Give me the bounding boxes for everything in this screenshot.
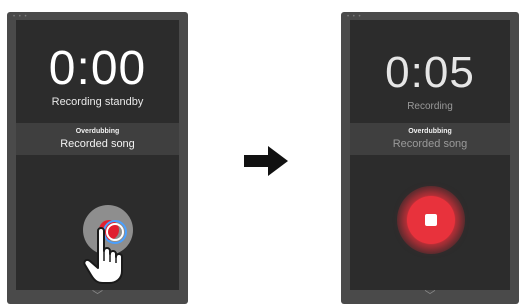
song-band[interactable]: Overdubbing Recorded song [350, 123, 510, 155]
song-title: Recorded song [60, 138, 135, 150]
phone-before: • • • 0:00 Recording standby Overdubbing… [7, 12, 188, 304]
chevron-down-icon[interactable]: ﹀ [425, 290, 436, 302]
stop-button[interactable] [407, 196, 455, 244]
stop-icon [425, 214, 437, 226]
screen-after: 0:05 Recording Overdubbing Recorded song [350, 20, 510, 290]
song-band[interactable]: Overdubbing Recorded song [16, 123, 179, 155]
recording-status: Recording standby [51, 96, 144, 108]
timer-display: 0:05 [385, 48, 475, 97]
mode-label: Overdubbing [75, 128, 120, 135]
mode-label: Overdubbing [408, 128, 452, 135]
song-title: Recorded song [392, 138, 468, 150]
recording-status: Recording [407, 101, 453, 112]
chevron-down-icon[interactable]: ﹀ [92, 290, 103, 302]
phone-after: • • • 0:05 Recording Overdubbing Recorde… [341, 12, 519, 304]
right-arrow-icon [244, 146, 288, 176]
timer-display: 0:00 [48, 42, 147, 95]
pointing-hand-icon [83, 227, 123, 284]
screen-before: 0:00 Recording standby Overdubbing Recor… [16, 20, 179, 290]
